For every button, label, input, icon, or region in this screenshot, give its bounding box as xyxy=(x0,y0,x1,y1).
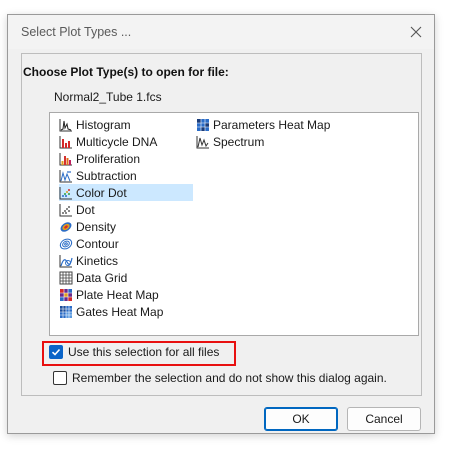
choose-plot-types-heading: Choose Plot Type(s) to open for file: xyxy=(23,65,229,79)
multicycle-dna-icon xyxy=(59,135,72,148)
kinetics-icon xyxy=(59,254,73,267)
plot-type-label: Kinetics xyxy=(76,253,119,268)
data-grid-icon xyxy=(59,271,73,284)
plot-type-label: Dot xyxy=(76,202,95,217)
close-button[interactable] xyxy=(398,15,434,49)
plot-type-color-dot[interactable]: Color Dot xyxy=(59,184,193,201)
plot-type-data-grid[interactable]: Data Grid xyxy=(59,269,193,286)
plot-type-label: Subtraction xyxy=(76,168,137,183)
cancel-button[interactable]: Cancel xyxy=(347,407,421,431)
dot-icon xyxy=(59,203,72,216)
contour-icon xyxy=(59,238,73,249)
plate-heat-map-icon xyxy=(60,288,72,301)
plot-type-label: Gates Heat Map xyxy=(76,304,164,319)
plot-type-dot[interactable]: Dot xyxy=(59,201,193,218)
remember-selection-checkbox[interactable]: Remember the selection and do not show t… xyxy=(53,371,387,385)
checkmark-icon xyxy=(51,348,61,356)
plot-type-proliferation[interactable]: Proliferation xyxy=(59,150,193,167)
plot-type-multicycle-dna[interactable]: Multicycle DNA xyxy=(59,133,193,150)
plot-type-kinetics[interactable]: Kinetics xyxy=(59,252,193,269)
plot-type-spectrum[interactable]: Spectrum xyxy=(196,133,336,150)
plot-type-contour[interactable]: Contour xyxy=(59,235,193,252)
plot-type-gates-heat-map[interactable]: Gates Heat Map xyxy=(59,303,193,320)
ok-button[interactable]: OK xyxy=(264,407,338,431)
gates-heat-map-icon xyxy=(60,305,72,318)
plot-type-label: Data Grid xyxy=(76,270,128,285)
plot-type-parameters-heat-map[interactable]: Parameters Heat Map xyxy=(196,116,336,133)
histogram-icon xyxy=(59,118,72,131)
subtraction-icon xyxy=(59,169,72,182)
plot-type-label: Density xyxy=(76,219,117,234)
plot-type-subtraction[interactable]: Subtraction xyxy=(59,167,193,184)
plot-type-label: Plate Heat Map xyxy=(76,287,159,302)
plot-type-label: Spectrum xyxy=(213,134,265,149)
file-name-label: Normal2_Tube 1.fcs xyxy=(54,90,162,104)
plot-type-label: Proliferation xyxy=(76,151,141,166)
spectrum-icon xyxy=(196,135,209,148)
dialog-title: Select Plot Types ... xyxy=(21,25,132,39)
plot-types-column-1: Histogram Multicycle DNA Proliferation S… xyxy=(59,116,193,320)
plot-types-list[interactable]: Histogram Multicycle DNA Proliferation S… xyxy=(49,112,419,336)
use-for-all-label: Use this selection for all files xyxy=(68,345,220,359)
select-plot-types-dialog: Select Plot Types ... Choose Plot Type(s… xyxy=(7,14,435,434)
use-selection-for-all-files-checkbox[interactable]: Use this selection for all files xyxy=(49,345,219,359)
plot-type-density[interactable]: Density xyxy=(59,218,193,235)
plot-type-label: Multicycle DNA xyxy=(76,134,158,149)
title-bar: Select Plot Types ... xyxy=(8,15,434,49)
plot-type-label: Histogram xyxy=(76,117,131,132)
plot-type-plate-heat-map[interactable]: Plate Heat Map xyxy=(59,286,193,303)
proliferation-icon xyxy=(59,152,72,165)
checkbox-checked xyxy=(49,345,63,359)
plot-type-label: Color Dot xyxy=(76,185,127,200)
plot-type-label: Contour xyxy=(76,236,119,251)
color-dot-icon xyxy=(59,186,72,199)
plot-type-label: Parameters Heat Map xyxy=(213,117,331,132)
density-icon xyxy=(60,221,72,232)
checkbox-unchecked xyxy=(53,371,67,385)
parameters-heat-map-icon xyxy=(197,118,209,131)
plot-types-column-2: Parameters Heat Map Spectrum xyxy=(196,116,336,150)
plot-type-histogram[interactable]: Histogram xyxy=(59,116,193,133)
close-icon xyxy=(410,26,422,38)
remember-label: Remember the selection and do not show t… xyxy=(72,371,387,385)
